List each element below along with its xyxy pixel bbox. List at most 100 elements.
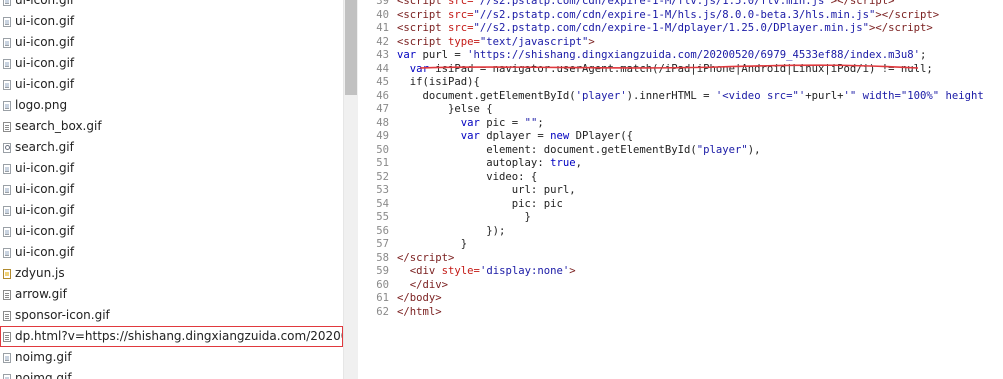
file-list-item[interactable]: search_box.gif bbox=[0, 116, 343, 137]
code-token: > bbox=[588, 35, 595, 48]
code-line: 53 url: purl, bbox=[362, 184, 984, 198]
file-name: dp.html?v=https://shishang.dingxiangzuid… bbox=[15, 329, 343, 343]
code-text: </html> bbox=[397, 306, 442, 320]
scrollbar-thumb[interactable] bbox=[345, 0, 357, 95]
code-token: </body> bbox=[397, 292, 442, 304]
file-list-item[interactable]: noimg.gif bbox=[0, 368, 343, 379]
code-token: <script bbox=[397, 35, 449, 48]
code-token: src= bbox=[448, 0, 474, 7]
file-list-item[interactable]: ui-icon.gif bbox=[0, 74, 343, 95]
document-file-icon bbox=[3, 310, 11, 321]
code-text: var purl = 'https://shishang.dingxiangzu… bbox=[397, 49, 926, 63]
code-token: script> bbox=[849, 0, 895, 7]
image-file-icon bbox=[3, 205, 11, 216]
file-list-item[interactable]: noimg.gif bbox=[0, 347, 343, 368]
code-text: <div style='display:none'> bbox=[397, 265, 576, 279]
code-token: autoplay: bbox=[397, 157, 551, 169]
file-list-item[interactable]: logo.png bbox=[0, 95, 343, 116]
code-token: ></ bbox=[875, 8, 895, 21]
code-text: var pic = ""; bbox=[397, 117, 544, 131]
code-token: ></ bbox=[868, 22, 889, 34]
code-token: </div> bbox=[409, 278, 449, 291]
code-line: 62 </html> bbox=[362, 306, 984, 320]
code-text: document.getElementById('player').innerH… bbox=[397, 90, 984, 104]
code-line: 56 }); bbox=[362, 225, 984, 239]
file-name: ui-icon.gif bbox=[15, 14, 75, 28]
line-number: 58 bbox=[376, 251, 389, 264]
code-text: } bbox=[397, 238, 467, 252]
file-list-item-highlighted[interactable]: dp.html?v=https://shishang.dingxiangzuid… bbox=[0, 326, 343, 347]
file-list-item[interactable]: ui-icon.gif bbox=[0, 179, 343, 200]
code-text: <script src="//s2.pstatp.com/cdn/expire-… bbox=[397, 0, 895, 9]
code-token: } bbox=[397, 211, 531, 223]
code-text: <script src="//s2.pstatp.com/cdn/expire-… bbox=[397, 22, 933, 36]
file-list-item[interactable]: ui-icon.gif bbox=[0, 11, 343, 32]
code-token: 'https://shishang.dingxiangzuida.com/202… bbox=[467, 49, 921, 61]
code-token: true bbox=[550, 157, 576, 169]
code-token: var bbox=[460, 130, 487, 142]
code-token: ; bbox=[920, 49, 927, 61]
file-list-item[interactable]: ui-icon.gif bbox=[0, 158, 343, 179]
code-text: </script> bbox=[397, 252, 454, 266]
code-token: <script bbox=[397, 22, 449, 34]
file-list-item[interactable]: ui-icon.gif bbox=[0, 242, 343, 263]
code-line: 40 <script src="//s2.pstatp.com/cdn/expir… bbox=[362, 9, 984, 23]
file-name: search.gif bbox=[15, 140, 74, 154]
code-text: </div> bbox=[397, 279, 448, 293]
code-text: }else { bbox=[397, 103, 493, 117]
code-text: url: purl, bbox=[397, 184, 576, 198]
line-number: 59 bbox=[376, 265, 389, 277]
code-line: 61 </body> bbox=[362, 292, 984, 306]
code-token: 'player' bbox=[575, 89, 627, 102]
code-token: } bbox=[397, 238, 468, 250]
code-token: <div bbox=[409, 265, 442, 277]
file-list-scrollbar[interactable] bbox=[343, 0, 358, 379]
file-name: ui-icon.gif bbox=[15, 161, 75, 175]
code-token: "//s2.pstatp.com/cdn/expire-1-M/dplayer/… bbox=[473, 22, 869, 34]
code-token: }else { bbox=[397, 103, 493, 115]
file-name: ui-icon.gif bbox=[15, 35, 75, 49]
code-token: ></ bbox=[830, 0, 850, 7]
file-list-item[interactable]: zdyun.js bbox=[0, 263, 343, 284]
document-file-icon bbox=[3, 331, 11, 342]
file-list-item[interactable]: ui-icon.gif bbox=[0, 53, 343, 74]
code-token: var bbox=[409, 62, 436, 75]
line-number: 60 bbox=[376, 278, 389, 291]
file-list-item[interactable]: sponsor-icon.gif bbox=[0, 305, 343, 326]
file-list: ui-icon.gif ui-icon.gif ui-icon.gif ui-icon… bbox=[0, 0, 343, 379]
code-text: pic: pic bbox=[397, 198, 563, 212]
file-name: noimg.gif bbox=[15, 371, 72, 379]
file-list-item[interactable]: ui-icon.gif bbox=[0, 200, 343, 221]
file-list-item[interactable]: search.gif bbox=[0, 137, 343, 158]
code-token: > bbox=[569, 265, 576, 277]
code-line: 48 var pic = ""; bbox=[362, 117, 984, 131]
code-text: </body> bbox=[397, 292, 442, 306]
file-list-item[interactable]: ui-icon.gif bbox=[0, 221, 343, 242]
code-line: 59 <div style='display:none'> bbox=[362, 265, 984, 279]
file-list-item[interactable]: ui-icon.gif bbox=[0, 32, 343, 53]
line-number: 53 bbox=[376, 184, 389, 196]
code-token: </ bbox=[397, 251, 410, 264]
file-name: logo.png bbox=[15, 98, 68, 112]
file-name: ui-icon.gif bbox=[15, 203, 75, 217]
file-list-item[interactable]: ui-icon.gif bbox=[0, 0, 343, 11]
code-token: script> bbox=[894, 8, 940, 21]
code-token: "" bbox=[524, 116, 538, 129]
line-number: 41 bbox=[376, 22, 389, 34]
code-text: if(isiPad){ bbox=[397, 76, 480, 90]
line-number: 42 bbox=[376, 35, 389, 48]
image-file-icon bbox=[3, 16, 11, 27]
file-list-item[interactable]: arrow.gif bbox=[0, 284, 343, 305]
code-line: 55 } bbox=[362, 211, 984, 225]
code-token: url: purl, bbox=[397, 184, 576, 196]
code-line: 50 element: document.getElementById("pla… bbox=[362, 144, 984, 158]
code-line: 47 }else { bbox=[362, 103, 984, 117]
code-token: script> bbox=[888, 22, 933, 34]
code-line: 41 <script src="//s2.pstatp.com/cdn/expir… bbox=[362, 22, 984, 36]
line-number: 52 bbox=[376, 170, 389, 183]
code-token: '<video src="' bbox=[715, 89, 806, 102]
line-number: 62 bbox=[376, 305, 389, 318]
